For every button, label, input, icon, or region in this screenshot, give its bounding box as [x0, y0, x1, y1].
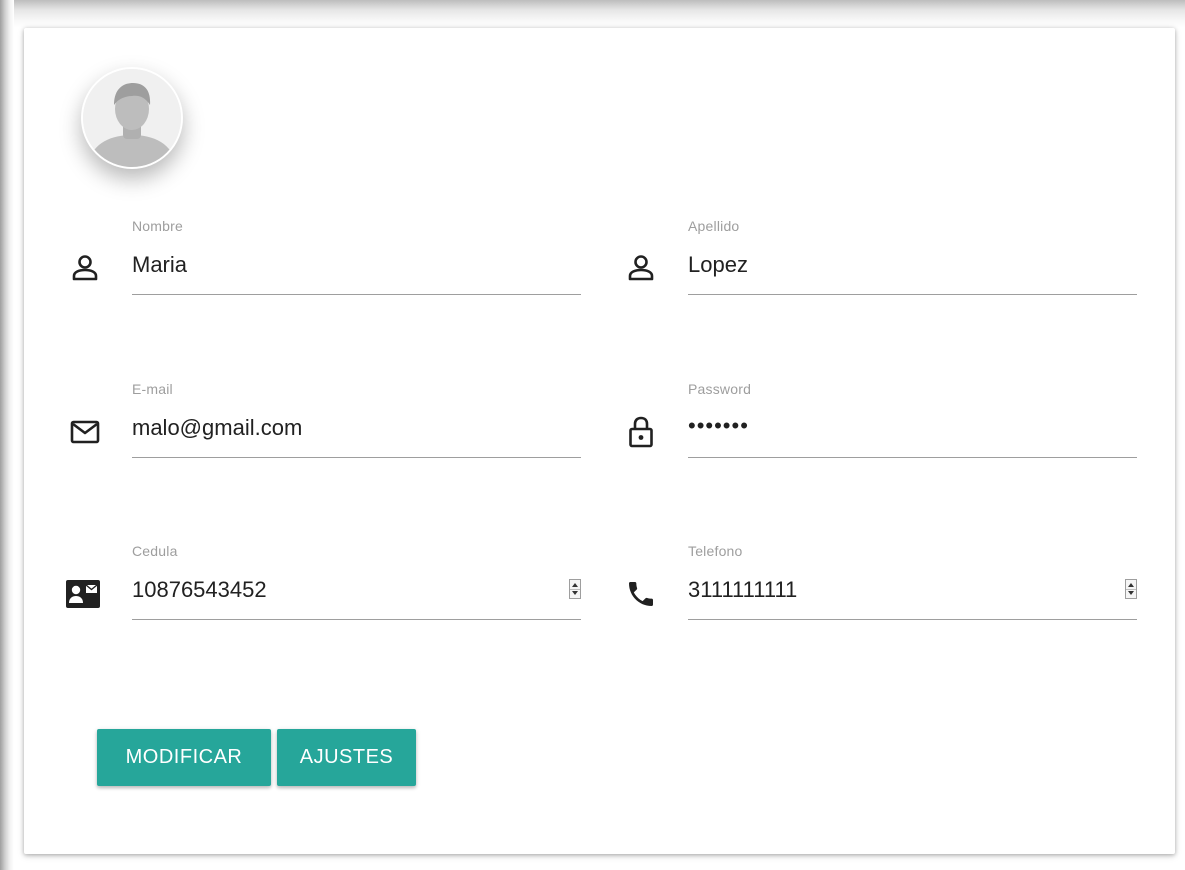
cedula-number-stepper[interactable] — [569, 579, 581, 599]
telefono-field[interactable]: Telefono 3111111111 — [688, 543, 1137, 643]
apellido-input[interactable]: Lopez — [688, 252, 748, 278]
email-field[interactable]: E-mail malo@gmail.com — [132, 381, 581, 481]
stepper-divider — [1126, 589, 1136, 590]
window-frame-left-edge — [0, 0, 14, 870]
telefono-input[interactable]: 3111111111 — [688, 577, 797, 603]
email-label: E-mail — [132, 381, 173, 397]
telefono-label: Telefono — [688, 543, 743, 559]
telefono-underline — [688, 619, 1137, 620]
profile-card: Nombre Maria Apellido Lopez E-mail malo@… — [24, 28, 1175, 854]
lock-icon — [617, 412, 665, 452]
password-input[interactable]: ••••••• — [688, 413, 749, 439]
nombre-input[interactable]: Maria — [132, 252, 187, 278]
nombre-field[interactable]: Nombre Maria — [132, 218, 581, 318]
ajustes-button[interactable]: AJUSTES — [277, 729, 416, 786]
stepper-down-icon[interactable] — [572, 591, 578, 595]
person-icon — [61, 248, 109, 288]
cedula-underline — [132, 619, 581, 620]
user-silhouette-icon — [83, 69, 181, 167]
email-input[interactable]: malo@gmail.com — [132, 415, 302, 441]
apellido-underline — [688, 294, 1137, 295]
telefono-number-stepper[interactable] — [1125, 579, 1137, 599]
password-field[interactable]: Password ••••••• — [688, 381, 1137, 481]
stepper-up-icon[interactable] — [572, 583, 578, 587]
cedula-input[interactable]: 10876543452 — [132, 577, 267, 603]
contact-card-icon — [59, 574, 107, 614]
email-underline — [132, 457, 581, 458]
modificar-button[interactable]: MODIFICAR — [97, 729, 271, 786]
cedula-label: Cedula — [132, 543, 178, 559]
password-label: Password — [688, 381, 752, 397]
stepper-divider — [570, 589, 580, 590]
apellido-field[interactable]: Apellido Lopez — [688, 218, 1137, 318]
nombre-label: Nombre — [132, 218, 183, 234]
stepper-up-icon[interactable] — [1128, 583, 1134, 587]
password-underline — [688, 457, 1137, 458]
mail-icon — [61, 412, 109, 452]
phone-icon — [617, 574, 665, 614]
person-icon — [617, 248, 665, 288]
cedula-field[interactable]: Cedula 10876543452 — [132, 543, 581, 643]
apellido-label: Apellido — [688, 218, 740, 234]
nombre-underline — [132, 294, 581, 295]
avatar[interactable] — [81, 67, 183, 169]
stepper-down-icon[interactable] — [1128, 591, 1134, 595]
